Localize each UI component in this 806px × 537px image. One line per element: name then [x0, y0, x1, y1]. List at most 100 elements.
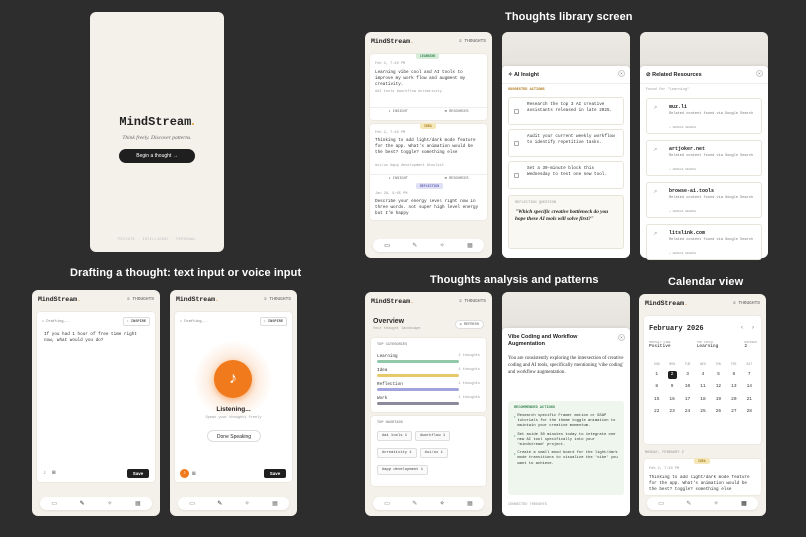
calendar-day[interactable]: 18: [695, 396, 710, 404]
resource-source[interactable]: ↗ GOOGLE SEARCH: [669, 251, 696, 255]
calendar-day[interactable]: 2: [664, 370, 679, 379]
book-icon[interactable]: ▭: [51, 501, 57, 507]
calendar-day[interactable]: 10: [680, 383, 695, 391]
mic-icon[interactable]: ♪: [43, 470, 46, 476]
thoughts-link[interactable]: ≡ THOUGHTS: [264, 297, 291, 302]
resource-name[interactable]: litslink.com: [669, 230, 705, 236]
calendar-day[interactable]: 15: [649, 396, 664, 404]
close-icon[interactable]: ×: [756, 70, 763, 77]
draft-textarea[interactable]: If you had 1 hour of free time right now…: [44, 332, 148, 344]
save-button[interactable]: Save: [264, 469, 286, 478]
calendar-day[interactable]: 5: [711, 371, 726, 379]
insight-button[interactable]: ✦ INSIGHT: [388, 176, 407, 181]
hashtag-chip[interactable]: #app development 1: [377, 465, 429, 475]
calendar-day[interactable]: 20: [726, 396, 741, 404]
thought-card[interactable]: LEARNING Feb 2, 7:40 PM Learning vibe co…: [370, 53, 487, 120]
calendar-day[interactable]: 22: [649, 408, 664, 416]
resource-item[interactable]: ↗ litslink.com Related content found via G…: [646, 224, 762, 260]
resource-source[interactable]: ↗ GOOGLE SEARCH: [669, 167, 696, 171]
inspire-button[interactable]: ✧ INSPIRE: [259, 317, 287, 326]
done-speaking-button[interactable]: Done Speaking: [207, 430, 261, 442]
action-checkbox[interactable]: [514, 173, 519, 178]
calendar-day[interactable]: 7: [742, 371, 757, 379]
draft-editor[interactable]: ☐ Drafting... ✧ INSPIRE ♪ Listening... S…: [175, 312, 292, 482]
mic-icon[interactable]: ♪: [180, 469, 189, 478]
hashtag-chip[interactable]: #creativity 1: [377, 448, 417, 458]
thoughts-link[interactable]: ≡ THOUGHTS: [459, 299, 486, 304]
resource-name[interactable]: muz.li: [669, 104, 687, 110]
day-entry-card[interactable]: IDEA Feb 2, 7:40 PM Thinking to add ligh…: [644, 458, 761, 495]
calendar-day[interactable]: 8: [649, 383, 664, 391]
action-checkbox[interactable]: [514, 141, 519, 146]
resources-button[interactable]: ⊞ RESOURCES: [445, 109, 469, 114]
sparkle-icon[interactable]: ✧: [107, 501, 112, 507]
calendar-day[interactable]: 25: [695, 408, 710, 416]
prev-month-icon[interactable]: ‹: [741, 325, 743, 331]
calendar-day[interactable]: 1: [649, 371, 664, 379]
pen-icon[interactable]: ✎: [412, 501, 417, 507]
pen-icon[interactable]: ✎: [686, 501, 691, 507]
inspire-button[interactable]: ✧ INSPIRE: [122, 317, 150, 326]
camera-icon[interactable]: ◙: [52, 470, 56, 476]
action-item[interactable]: Research the top 3 AI creative assistant…: [508, 97, 624, 125]
resource-item[interactable]: ↗ artjoker.net Related content found via G…: [646, 140, 762, 176]
thoughts-link[interactable]: ≡ THOUGHTS: [459, 39, 486, 44]
book-icon[interactable]: ▭: [658, 501, 664, 507]
book-icon[interactable]: ▭: [384, 243, 390, 249]
hashtag-chip[interactable]: #ui/ux 1: [419, 448, 448, 458]
draft-editor[interactable]: ☐ Drafting... ✧ INSPIRE If you had 1 hou…: [37, 312, 155, 482]
calendar-icon[interactable]: ▦: [272, 501, 278, 507]
hashtag-chip[interactable]: #workflow 1: [415, 431, 451, 441]
calendar-day[interactable]: 9: [664, 383, 679, 391]
calendar-day[interactable]: 27: [726, 408, 741, 416]
begin-thought-button[interactable]: Begin a thought →: [119, 149, 195, 163]
calendar-icon[interactable]: ▦: [467, 501, 473, 507]
book-icon[interactable]: ▭: [189, 501, 195, 507]
resource-source[interactable]: ↗ GOOGLE SEARCH: [669, 125, 696, 129]
calendar-day[interactable]: 3: [680, 371, 695, 379]
calendar-day[interactable]: 23: [664, 408, 679, 416]
calendar-day[interactable]: 13: [726, 383, 741, 391]
close-icon[interactable]: ×: [618, 70, 625, 77]
hashtag-chip[interactable]: #ai tools 1: [377, 431, 413, 441]
sparkle-icon[interactable]: ✧: [440, 243, 445, 249]
calendar-day[interactable]: 16: [664, 396, 679, 404]
calendar-day[interactable]: 28: [742, 408, 757, 416]
resources-button[interactable]: ⊞ RESOURCES: [445, 176, 469, 181]
pen-icon[interactable]: ✎: [217, 501, 222, 507]
thoughts-link[interactable]: ≡ THOUGHTS: [127, 297, 154, 302]
resource-source[interactable]: ↗ GOOGLE SEARCH: [669, 209, 696, 213]
insight-button[interactable]: ✦ INSIGHT: [388, 109, 407, 114]
calendar-day[interactable]: 6: [726, 371, 741, 379]
calendar-icon[interactable]: ▦: [135, 501, 141, 507]
calendar-day[interactable]: 19: [711, 396, 726, 404]
refresh-button[interactable]: ↻ REFRESH: [454, 320, 484, 329]
calendar-day[interactable]: 14: [742, 383, 757, 391]
calendar-icon[interactable]: ▦: [741, 501, 747, 507]
calendar-day[interactable]: 21: [742, 396, 757, 404]
sparkle-icon[interactable]: ✧: [714, 501, 719, 507]
camera-icon[interactable]: ◙: [192, 471, 196, 477]
calendar-day[interactable]: 12: [711, 383, 726, 391]
next-month-icon[interactable]: ›: [752, 325, 754, 331]
resource-item[interactable]: ↗ muz.li Related content found via Google …: [646, 98, 762, 134]
sparkle-icon[interactable]: ✧: [440, 501, 445, 507]
close-icon[interactable]: ×: [618, 334, 625, 341]
save-button[interactable]: Save: [127, 469, 149, 478]
pen-icon[interactable]: ✎: [412, 243, 417, 249]
calendar-day[interactable]: 11: [695, 383, 710, 391]
resource-item[interactable]: ↗ browse-ai.tools Related content found vi…: [646, 182, 762, 218]
calendar-day[interactable]: 4: [695, 371, 710, 379]
thoughts-link[interactable]: ≡ THOUGHTS: [733, 301, 760, 306]
action-checkbox[interactable]: [514, 109, 519, 114]
calendar-day[interactable]: 24: [680, 408, 695, 416]
calendar-icon[interactable]: ▦: [467, 243, 473, 249]
sparkle-icon[interactable]: ✧: [245, 501, 250, 507]
action-item[interactable]: Set a 30-minute block this Wednesday to …: [508, 161, 624, 189]
mic-record-button[interactable]: ♪: [214, 360, 252, 398]
calendar-day[interactable]: 26: [711, 408, 726, 416]
resource-name[interactable]: artjoker.net: [669, 146, 705, 152]
calendar-day[interactable]: 17: [680, 396, 695, 404]
thought-card[interactable]: IDEA Feb 2, 7:40 PM Thinking to add ligh…: [370, 123, 487, 220]
resource-name[interactable]: browse-ai.tools: [669, 188, 714, 194]
